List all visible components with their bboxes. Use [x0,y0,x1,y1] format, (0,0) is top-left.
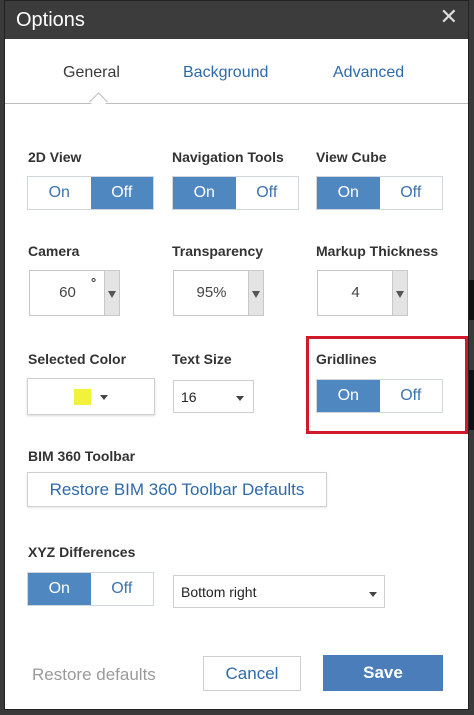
title-bar: Options ✕ [5,1,468,39]
tab-general[interactable]: General [63,64,120,82]
xyz-differences-label: XYZ Differences [28,544,136,560]
cancel-button[interactable]: Cancel [203,656,301,691]
active-tab-indicator [89,92,108,111]
tab-advanced[interactable]: Advanced [333,64,404,82]
xyz-differences-on-option[interactable]: On [28,573,91,605]
text-size-label: Text Size [172,351,232,367]
degree-symbol: ° [91,275,97,290]
background-edge [469,370,474,430]
view-2d-toggle: On Off [27,176,154,210]
markup-thickness-spinner[interactable]: 4 [317,270,408,316]
restore-bim360-toolbar-button[interactable]: Restore BIM 360 Toolbar Defaults [27,472,327,507]
options-dialog: Options ✕ General Background Advanced 2D… [4,0,469,710]
xyz-differences-toggle: On Off [27,572,154,606]
chevron-down-icon [369,592,377,597]
tab-bar: General Background Advanced [5,39,468,111]
transparency-value: 95% [196,284,227,301]
background-edge [469,280,474,320]
view-cube-toggle: On Off [316,176,443,210]
camera-spinner[interactable]: 60 ° [29,270,120,316]
view-cube-on-option[interactable]: On [317,177,380,209]
markup-thickness-value: 4 [351,284,360,301]
transparency-label: Transparency [172,243,264,259]
camera-label: Camera [28,243,80,259]
dialog-title: Options [16,9,85,31]
chevron-down-icon [236,396,244,401]
view-2d-off-option[interactable]: Off [90,177,153,209]
restore-defaults-link[interactable]: Restore defaults [32,665,156,685]
xyz-position-value: Bottom right [181,584,257,600]
transparency-dropdown-arrow-icon[interactable] [248,271,263,315]
save-button[interactable]: Save [323,655,443,691]
xyz-position-select[interactable]: Bottom right [173,575,385,608]
gridlines-highlight-box [306,336,468,434]
camera-dropdown-arrow-icon[interactable] [104,271,119,315]
markup-thickness-label: Markup Thickness [316,243,439,259]
view-cube-off-option[interactable]: Off [380,177,443,209]
navigation-tools-toggle: On Off [172,176,299,210]
navigation-tools-on-option[interactable]: On [173,177,236,209]
view-2d-label: 2D View [28,149,82,165]
close-icon[interactable]: ✕ [440,6,458,28]
bim360-toolbar-label: BIM 360 Toolbar [28,448,136,464]
selected-color-label: Selected Color [28,351,127,367]
navigation-tools-off-option[interactable]: Off [236,177,299,209]
tab-background[interactable]: Background [183,64,268,82]
text-size-value: 16 [181,389,197,405]
chevron-down-icon [100,395,108,400]
markup-thickness-dropdown-arrow-icon[interactable] [392,271,407,315]
transparency-spinner[interactable]: 95% [173,270,264,316]
view-2d-on-option[interactable]: On [28,177,91,209]
color-swatch [74,389,91,405]
selected-color-picker[interactable] [27,378,155,415]
navigation-tools-label: Navigation Tools [172,149,284,165]
xyz-differences-off-option[interactable]: Off [91,573,154,605]
view-cube-label: View Cube [316,149,387,165]
text-size-select[interactable]: 16 [173,380,254,413]
